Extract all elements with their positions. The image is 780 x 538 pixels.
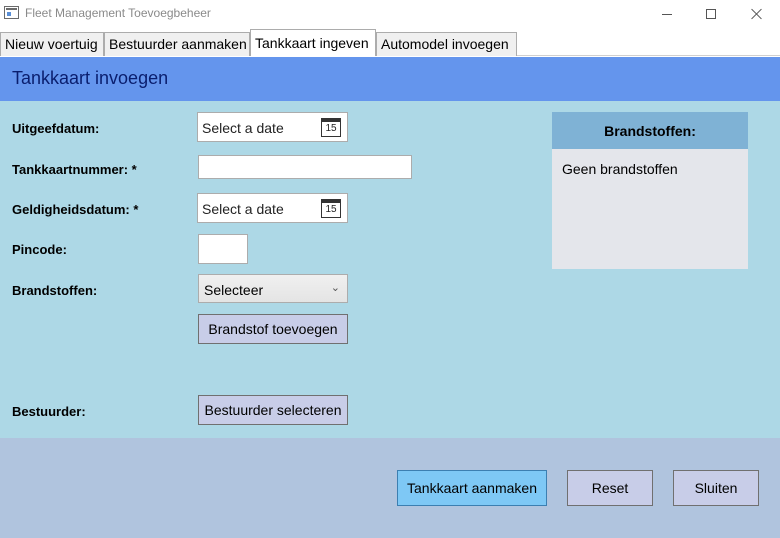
minimize-icon	[662, 13, 672, 15]
uitgeefdatum-placeholder: Select a date	[202, 120, 284, 136]
create-fuel-card-button[interactable]: Tankkaart aanmaken	[397, 470, 547, 506]
tab-nieuw-voertuig[interactable]: Nieuw voertuig	[0, 32, 104, 56]
tankkaartnummer-input[interactable]	[198, 155, 412, 179]
fuel-list-empty-text: Geen brandstoffen	[562, 161, 678, 177]
close-button[interactable]: Sluiten	[673, 470, 759, 506]
chevron-down-icon: ⌄	[330, 282, 340, 294]
pincode-label: Pincode:	[12, 242, 67, 257]
calendar-icon[interactable]: 15	[321, 118, 341, 137]
uitgeefdatum-datepicker[interactable]: Select a date 15	[197, 112, 348, 142]
app-window-icon	[4, 6, 19, 19]
minimize-button[interactable]	[644, 0, 690, 28]
action-footer: Tankkaart aanmaken Reset Sluiten	[0, 438, 780, 538]
close-window-button[interactable]	[734, 0, 780, 28]
section-header: Tankkaart invoegen	[0, 57, 780, 101]
calendar-icon[interactable]: 15	[321, 199, 341, 218]
close-icon	[751, 8, 763, 20]
window-title: Fleet Management Toevoegbeheer	[25, 6, 211, 20]
uitgeefdatum-label: Uitgeefdatum:	[12, 121, 100, 136]
geldigheidsdatum-label: Geldigheidsdatum: *	[12, 202, 139, 217]
geldigheidsdatum-placeholder: Select a date	[202, 201, 284, 217]
maximize-button[interactable]	[688, 0, 734, 28]
brandstoffen-selected-value: Selecteer	[204, 282, 264, 298]
select-driver-button[interactable]: Bestuurder selecteren	[198, 395, 348, 425]
add-fuel-button[interactable]: Brandstof toevoegen	[198, 314, 348, 344]
tab-strip: Nieuw voertuig Bestuurder aanmaken Tankk…	[0, 29, 780, 56]
form-area: Uitgeefdatum: Select a date 15 Tankkaart…	[0, 101, 780, 438]
tab-bestuurder-aanmaken[interactable]: Bestuurder aanmaken	[104, 32, 250, 56]
reset-button[interactable]: Reset	[567, 470, 653, 506]
brandstoffen-select[interactable]: Selecteer ⌄	[198, 274, 348, 303]
page-title: Tankkaart invoegen	[12, 68, 169, 88]
bestuurder-label: Bestuurder:	[12, 404, 86, 419]
maximize-icon	[706, 9, 716, 19]
tab-automodel-invoegen[interactable]: Automodel invoegen	[376, 32, 517, 56]
pincode-input[interactable]	[198, 234, 248, 264]
fuel-list-panel: Brandstoffen: Geen brandstoffen	[552, 112, 748, 269]
tab-tankkaart-ingeven[interactable]: Tankkaart ingeven	[250, 29, 376, 56]
brandstoffen-label: Brandstoffen:	[12, 283, 98, 298]
geldigheidsdatum-datepicker[interactable]: Select a date 15	[197, 193, 348, 223]
tankkaartnummer-label: Tankkaartnummer: *	[12, 162, 137, 177]
title-bar: Fleet Management Toevoegbeheer	[0, 0, 780, 28]
fuel-list-header: Brandstoffen:	[552, 112, 748, 149]
